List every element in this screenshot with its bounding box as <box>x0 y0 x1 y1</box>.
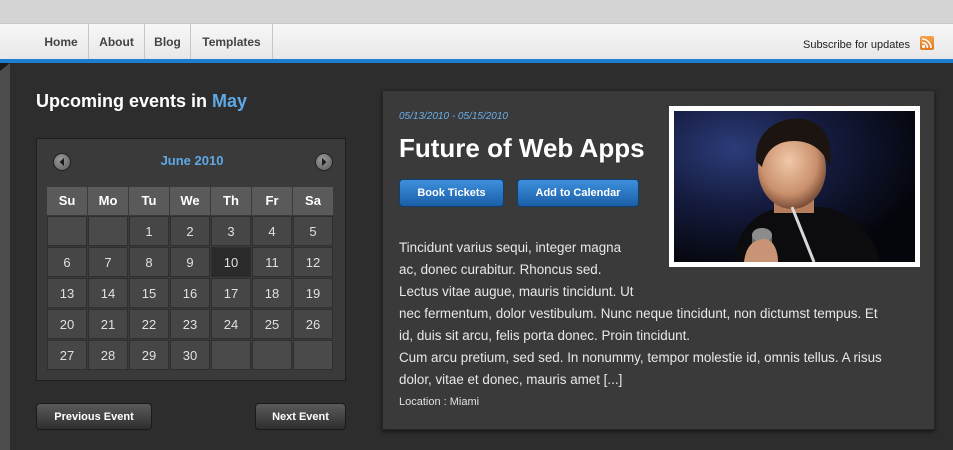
event-card: 05/13/2010 - 05/15/2010 Future of Web Ap… <box>382 90 935 430</box>
calendar-day[interactable] <box>47 216 87 246</box>
calendar-day[interactable]: 15 <box>129 278 169 308</box>
calendar-day[interactable]: 16 <box>170 278 210 308</box>
calendar-day[interactable]: 18 <box>252 278 292 308</box>
browser-top-strip <box>0 0 953 23</box>
calendar-day[interactable] <box>252 340 292 370</box>
page-heading: Upcoming events in May <box>36 91 247 112</box>
next-event-button[interactable]: Next Event <box>255 403 346 430</box>
calendar-day[interactable]: 7 <box>88 247 128 277</box>
calendar-day[interactable]: 27 <box>47 340 87 370</box>
description-line: nec fermentum, dolor vestibulum. Nunc ne… <box>399 306 878 321</box>
calendar-day[interactable]: 6 <box>47 247 87 277</box>
description-line: Cum arcu pretium, sed sed. In nonummy, t… <box>399 350 882 365</box>
calendar-month-title: June 2010 <box>160 153 224 168</box>
calendar-day[interactable]: 23 <box>170 309 210 339</box>
nav-about[interactable]: About <box>89 24 145 60</box>
calendar-day[interactable]: 8 <box>129 247 169 277</box>
calendar-day[interactable]: 30 <box>170 340 210 370</box>
calendar-day[interactable]: 24 <box>211 309 251 339</box>
description-line: ac, donec curabitur. Rhoncus sed. <box>399 262 602 277</box>
calendar-day[interactable] <box>88 216 128 246</box>
calendar-day[interactable]: 17 <box>211 278 251 308</box>
heading-prefix: Upcoming events in <box>36 91 213 111</box>
calendar-day[interactable]: 13 <box>47 278 87 308</box>
book-tickets-button[interactable]: Book Tickets <box>399 179 504 207</box>
day-of-week-header: Tu <box>129 187 169 215</box>
calendar-day[interactable]: 9 <box>170 247 210 277</box>
subscribe-link[interactable]: Subscribe for updates <box>803 24 910 64</box>
day-of-week-header: Fr <box>252 187 292 215</box>
calendar-day[interactable]: 29 <box>129 340 169 370</box>
calendar-day[interactable]: 12 <box>293 247 333 277</box>
calendar-day[interactable]: 3 <box>211 216 251 246</box>
calendar-day[interactable]: 20 <box>47 309 87 339</box>
rss-feed-icon[interactable] <box>920 36 934 50</box>
calendar-day[interactable]: 28 <box>88 340 128 370</box>
calendar-day[interactable]: 1 <box>129 216 169 246</box>
previous-event-button[interactable]: Previous Event <box>36 403 152 430</box>
heading-month: May <box>212 91 248 111</box>
left-edge-fold <box>0 63 10 71</box>
calendar-day[interactable]: 19 <box>293 278 333 308</box>
event-location: Location : Miami <box>399 396 480 408</box>
left-edge-strip <box>0 63 10 450</box>
event-date: 05/13/2010 - 05/15/2010 <box>399 111 508 122</box>
nav-home[interactable]: Home <box>34 24 89 60</box>
day-of-week-header: Th <box>211 187 251 215</box>
calendar-widget: June 2010 Su Mo Tu We Th Fr Sa 1 2 3 4 5… <box>36 138 346 381</box>
calendar-day[interactable]: 10 <box>211 247 251 277</box>
calendar-day[interactable]: 21 <box>88 309 128 339</box>
description-line: Tincidunt varius sequi, integer magna <box>399 240 622 255</box>
calendar-day[interactable]: 2 <box>170 216 210 246</box>
calendar-grid: Su Mo Tu We Th Fr Sa 1 2 3 4 5 6 7 8 9 1… <box>47 187 333 370</box>
description-line: dolor, vitae et donec, mauris amet [...] <box>399 372 623 387</box>
description-line: id, duis sit arcu, felis porta donec. Pr… <box>399 328 691 343</box>
nav-templates[interactable]: Templates <box>191 24 273 60</box>
nav-blog[interactable]: Blog <box>145 24 191 60</box>
day-of-week-header: Su <box>47 187 87 215</box>
description-line: Lectus vitae augue, mauris tincidunt. Ut <box>399 284 634 299</box>
calendar-day[interactable]: 22 <box>129 309 169 339</box>
calendar-day[interactable]: 25 <box>252 309 292 339</box>
day-of-week-header: Sa <box>293 187 333 215</box>
calendar-day[interactable]: 11 <box>252 247 292 277</box>
day-of-week-header: We <box>170 187 210 215</box>
event-title[interactable]: Future of Web Apps <box>399 133 645 164</box>
chevron-right-icon[interactable] <box>315 153 333 171</box>
calendar-day[interactable] <box>293 340 333 370</box>
day-of-week-header: Mo <box>88 187 128 215</box>
calendar-day[interactable]: 5 <box>293 216 333 246</box>
add-to-calendar-button[interactable]: Add to Calendar <box>517 179 639 207</box>
top-navigation: Home About Blog Templates Subscribe for … <box>0 23 953 60</box>
event-description: Tincidunt varius sequi, integer magna ac… <box>399 237 919 391</box>
calendar-day[interactable]: 26 <box>293 309 333 339</box>
calendar-day[interactable]: 14 <box>88 278 128 308</box>
calendar-day[interactable]: 4 <box>252 216 292 246</box>
calendar-day[interactable] <box>211 340 251 370</box>
